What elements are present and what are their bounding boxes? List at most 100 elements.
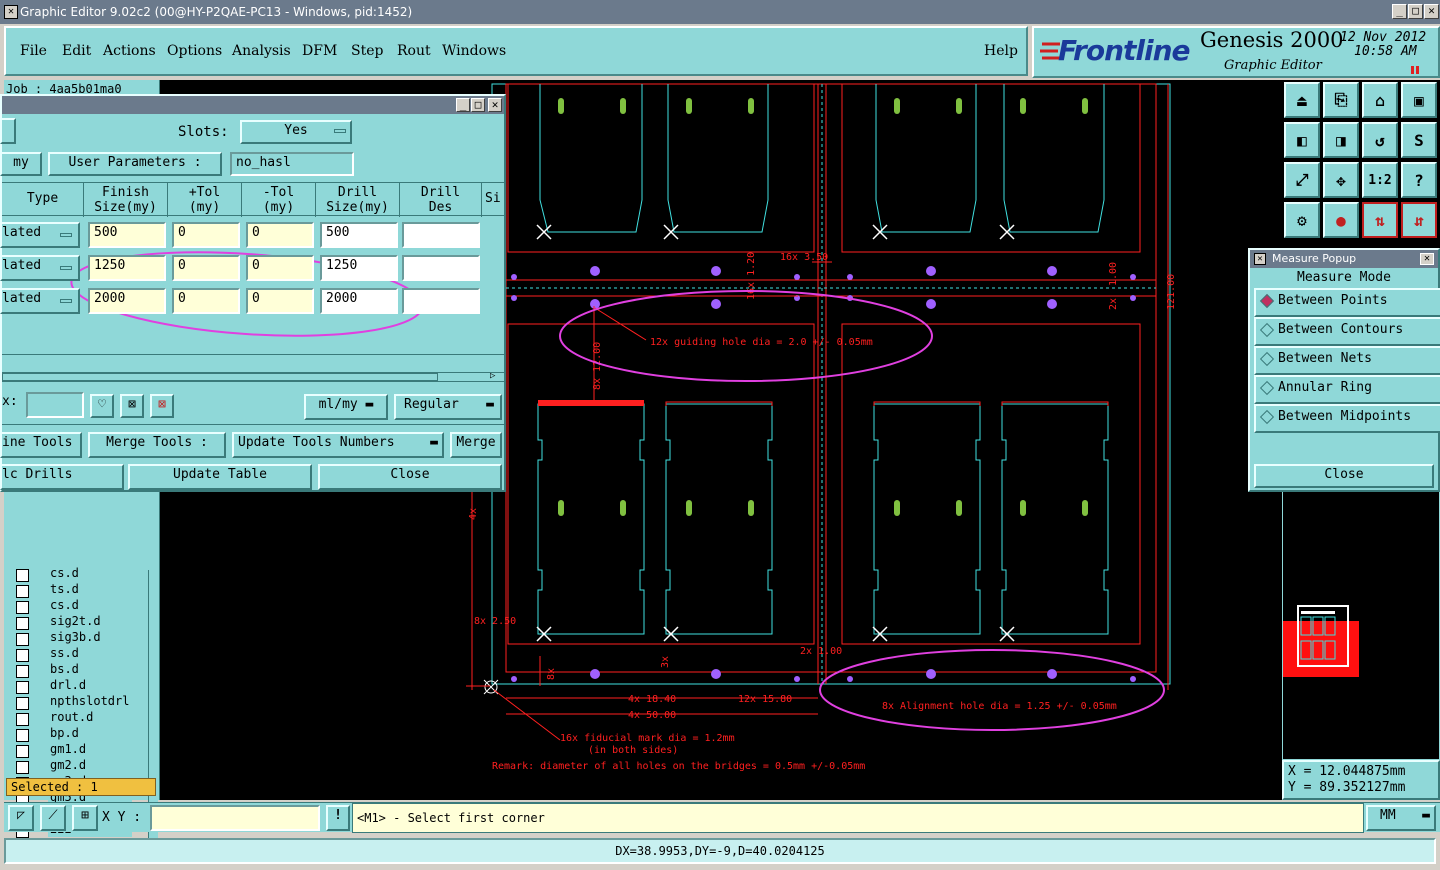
drill-des-field[interactable] [402, 222, 480, 248]
finish-size-field[interactable]: 1250 [88, 255, 166, 281]
dialog-close-button[interactable]: Close [318, 464, 502, 490]
update-tools-numbers-select[interactable]: Update Tools Numbers ▬ [232, 432, 444, 458]
probe-icon[interactable]: ● [1323, 202, 1359, 238]
menu-analysis[interactable]: Analysis [232, 43, 291, 59]
units-button[interactable]: my [0, 152, 42, 176]
layer-checkbox[interactable] [16, 681, 29, 694]
slots-select[interactable]: Yes [240, 120, 352, 144]
menu-file[interactable]: File [20, 43, 47, 59]
dialog-maximize-icon[interactable]: □ [471, 98, 485, 112]
menu-edit[interactable]: Edit [62, 43, 91, 59]
finish-size-field[interactable]: 2000 [88, 288, 166, 314]
measure-close-button[interactable]: Close [1254, 464, 1434, 488]
type-select[interactable]: lated [0, 255, 80, 281]
layer-name[interactable]: drl.d [48, 678, 132, 693]
warning-icon[interactable]: ! [326, 805, 350, 831]
layer-row[interactable]: gm1.d [4, 742, 154, 758]
finish-size-field[interactable]: 500 [88, 222, 166, 248]
menu-help[interactable]: Help [984, 43, 1018, 59]
layer-row[interactable]: sig3b.d [4, 630, 154, 646]
mode-select[interactable]: Regular ▬ [394, 394, 502, 420]
maximize-icon[interactable]: □ [1408, 4, 1423, 19]
menu-options[interactable]: Options [167, 43, 222, 59]
layer-checkbox[interactable] [16, 745, 29, 758]
minus-tol-field[interactable]: 0 [246, 222, 314, 248]
menu-rout[interactable]: Rout [397, 43, 431, 59]
layer-name[interactable]: cs.d [48, 566, 132, 581]
layer-name[interactable]: ts.d [48, 582, 132, 597]
snap-corner-icon[interactable]: ◸ [8, 805, 34, 831]
max-field[interactable] [26, 392, 84, 418]
layer-checkbox[interactable] [16, 601, 29, 614]
measure-between-contours[interactable]: Between Contours [1254, 317, 1440, 346]
layer-row[interactable]: bp.d [4, 726, 154, 742]
measure-popup-close-icon[interactable]: ✕ [1420, 253, 1434, 265]
drill-des-field[interactable] [402, 255, 480, 281]
layer-checkbox[interactable] [16, 633, 29, 646]
hscroll-thumb[interactable] [2, 373, 438, 381]
layer-checkbox[interactable] [16, 697, 29, 710]
measure-between-nets[interactable]: Between Nets [1254, 346, 1440, 375]
layer-row[interactable]: ts.d [4, 582, 154, 598]
line-tools-button[interactable]: ine Tools [0, 432, 82, 458]
scroll-right-icon[interactable]: ▷ [490, 371, 495, 381]
pan-right-icon[interactable]: ◨ [1323, 122, 1359, 158]
snap-grid-icon[interactable]: ⊞ [72, 805, 98, 831]
layer-checkbox[interactable] [16, 761, 29, 774]
dialog-minimize-icon[interactable]: _ [456, 98, 470, 112]
layer-checkbox[interactable] [16, 569, 29, 582]
top-view-icon[interactable]: ⏏ [1284, 82, 1320, 118]
layer-sync-icon[interactable]: ⇅ [1362, 202, 1398, 238]
layer-name[interactable]: bp.d [48, 726, 132, 741]
window-zoom-icon[interactable]: ▣ [1401, 82, 1437, 118]
layer-checkbox[interactable] [16, 617, 29, 630]
layer-name[interactable]: gm1.d [48, 742, 132, 757]
layer-name[interactable]: rout.d [48, 710, 132, 725]
layer-checkbox[interactable] [16, 713, 29, 726]
layer-checkbox[interactable] [16, 649, 29, 662]
layer-row[interactable]: drl.d [4, 678, 154, 694]
merge-tools-label[interactable]: Merge Tools : [88, 432, 226, 458]
plus-tol-field[interactable]: 0 [172, 288, 240, 314]
zoom-fit-icon[interactable]: ⤢ [1284, 162, 1320, 198]
dialog-close-icon[interactable]: ✕ [488, 98, 502, 112]
layer-row[interactable]: cs.d [4, 598, 154, 614]
measure-between-points[interactable]: Between Points [1254, 288, 1440, 317]
drill-size-field[interactable]: 2000 [320, 288, 398, 314]
layer-name[interactable]: sig2t.d [48, 614, 132, 629]
zoom-one-to-two-icon[interactable]: 1:2 [1362, 162, 1398, 198]
layer-row[interactable]: cs.d [4, 566, 154, 582]
layer-row[interactable]: npthslotdrl [4, 694, 154, 710]
plus-tol-field[interactable]: 0 [172, 255, 240, 281]
units-select[interactable]: MM ▬ [1366, 805, 1436, 831]
tool-delete-icon[interactable]: ⊠ [150, 394, 174, 418]
minus-tol-field[interactable]: 0 [246, 288, 314, 314]
layer-checkbox[interactable] [16, 729, 29, 742]
user-parameters-button[interactable]: User Parameters : [48, 152, 222, 176]
layer-name[interactable]: bs.d [48, 662, 132, 677]
layer-snap-icon[interactable]: ⇵ [1401, 202, 1437, 238]
calc-drills-button[interactable]: lc Drills [0, 464, 124, 490]
menu-dfm[interactable]: DFM [302, 43, 337, 59]
layer-row[interactable]: ss.d [4, 646, 154, 662]
layer-checkbox[interactable] [16, 665, 29, 678]
help-icon[interactable]: ? [1401, 162, 1437, 198]
zoom-center-icon[interactable]: ✥ [1323, 162, 1359, 198]
update-table-button[interactable]: Update Table [128, 464, 312, 490]
minimize-icon[interactable]: _ [1392, 4, 1407, 19]
user-parameters-field[interactable]: no_hasl [230, 152, 354, 176]
xy-input[interactable] [150, 805, 320, 831]
snap-line-icon[interactable]: ⟋ [40, 805, 66, 831]
merge-button[interactable]: Merge [450, 432, 502, 458]
layer-name[interactable]: ss.d [48, 646, 132, 661]
layer-name[interactable]: sig3b.d [48, 630, 132, 645]
minus-tol-field[interactable]: 0 [246, 255, 314, 281]
tools-icon[interactable]: ⚙ [1284, 202, 1320, 238]
layer-name[interactable]: gm2.d [48, 758, 132, 773]
close-icon[interactable]: ✕ [1424, 4, 1439, 19]
rotate-view-icon[interactable]: ↺ [1362, 122, 1398, 158]
menu-windows[interactable]: Windows [442, 43, 506, 59]
menu-step[interactable]: Step [351, 43, 383, 59]
light-bulb-icon[interactable]: ♡ [90, 394, 114, 418]
plus-tol-field[interactable]: 0 [172, 222, 240, 248]
